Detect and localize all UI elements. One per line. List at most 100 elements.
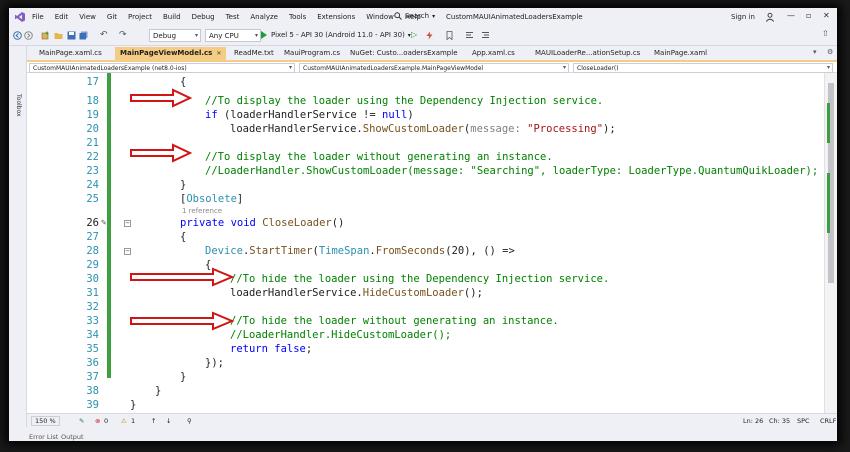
- filter-icon[interactable]: ⚲: [187, 417, 192, 425]
- toolbox-strip[interactable]: Toolbox: [9, 46, 27, 441]
- menu-window[interactable]: Window: [366, 13, 394, 21]
- tab-mainpage-xaml[interactable]: MainPage.xaml: [649, 47, 712, 60]
- line-number: 25: [86, 193, 99, 205]
- param-hint: message:: [470, 123, 521, 135]
- quick-actions-icon[interactable]: ✎: [101, 216, 106, 230]
- menu-build[interactable]: Build: [163, 13, 181, 21]
- previous-issue-icon[interactable]: ↑: [151, 417, 156, 425]
- redo-icon[interactable]: ↷: [119, 30, 127, 40]
- settings-gear-icon[interactable]: ⚙: [827, 48, 833, 56]
- line-number: 39: [86, 399, 99, 411]
- vertical-scrollbar[interactable]: [824, 73, 837, 426]
- keyword: if: [205, 109, 218, 121]
- menu-file[interactable]: File: [32, 13, 44, 21]
- comment-icon[interactable]: [465, 31, 474, 40]
- tab-mauiloader-setup[interactable]: MAUILoaderRe...ationSetup.cs: [530, 47, 645, 60]
- tab-mainpage-xaml-cs[interactable]: MainPage.xaml.cs: [34, 47, 107, 60]
- menu-edit[interactable]: Edit: [55, 13, 69, 21]
- error-icon[interactable]: ⊗: [95, 417, 100, 425]
- code-lens-references[interactable]: 1 reference: [182, 207, 222, 215]
- tab-label: NuGet: Custo...oadersExample: [350, 49, 458, 57]
- open-folder-icon[interactable]: [54, 31, 63, 40]
- tab-app-xaml-cs[interactable]: App.xaml.cs: [467, 47, 520, 60]
- forward-icon[interactable]: [24, 31, 33, 40]
- code-editor[interactable]: 17 { 18 //To display the loader using the …: [27, 73, 824, 426]
- zoom-select[interactable]: 150 %: [31, 416, 60, 426]
- run-button[interactable]: Pixel 5 - API 30 (Android 11.0 - API 30)…: [261, 31, 411, 39]
- code-text: Device.StartTimer(TimeSpan.FromSeconds(2…: [205, 244, 515, 258]
- account-icon[interactable]: [765, 12, 775, 22]
- line-number: 38: [86, 385, 99, 397]
- configuration-select[interactable]: Debug ▾: [149, 29, 201, 42]
- line-indicator[interactable]: Ln: 26: [743, 417, 763, 425]
- warning-count[interactable]: 1: [131, 417, 135, 425]
- toolbox-label[interactable]: Toolbox: [15, 94, 22, 154]
- next-issue-icon[interactable]: ↓: [166, 417, 171, 425]
- hot-reload-icon[interactable]: [425, 31, 434, 40]
- platform-select[interactable]: Any CPU ▾: [205, 29, 261, 42]
- keyword: return: [230, 343, 268, 355]
- error-count[interactable]: 0: [104, 417, 108, 425]
- menu-view[interactable]: View: [79, 13, 96, 21]
- tab-nuget[interactable]: NuGet: Custo...oadersExample: [345, 47, 463, 60]
- attribute-name: Obsolete: [186, 193, 237, 205]
- column-indicator[interactable]: Ch: 35: [769, 417, 790, 425]
- line-number: 17: [86, 76, 99, 88]
- live-share-icon[interactable]: ⇧: [822, 29, 829, 38]
- type-dropdown[interactable]: CustomMAUIAnimatedLoadersExample.MainPag…: [299, 63, 569, 73]
- save-all-icon[interactable]: [79, 31, 88, 40]
- member-dropdown[interactable]: CloseLoader() ▾: [573, 63, 833, 73]
- annotation-arrow-icon: [130, 88, 193, 108]
- tab-overflow-icon[interactable]: ▾: [813, 48, 817, 56]
- tab-output[interactable]: Output: [61, 433, 84, 441]
- collapse-icon[interactable]: −: [124, 220, 131, 227]
- tab-mainpageviewmodel-cs[interactable]: MainPageViewModel.cs ✕: [115, 47, 227, 60]
- search-box[interactable]: Search ▾: [394, 12, 435, 20]
- code-line: 35 return false;: [27, 342, 824, 356]
- menu-tools[interactable]: Tools: [289, 13, 306, 21]
- back-icon[interactable]: [13, 31, 22, 40]
- line-number: 20: [86, 123, 99, 135]
- line-number: 35: [86, 343, 99, 355]
- tab-error-list[interactable]: Error List: [29, 433, 58, 441]
- code-line: 19 if (loaderHandlerService != null): [27, 108, 824, 122]
- sign-in-link[interactable]: Sign in: [731, 13, 755, 21]
- method-name: HideCustomLoader: [362, 287, 464, 299]
- line-number: 36: [86, 357, 99, 369]
- project-dropdown[interactable]: CustomMAUIAnimatedLoadersExample (net8.0…: [29, 63, 295, 73]
- bookmark-icon[interactable]: [445, 31, 454, 40]
- line-ending-indicator[interactable]: CRLF: [820, 417, 836, 425]
- method-name: FromSeconds: [375, 245, 446, 257]
- code-text: loaderHandlerService.HideCustomLoader();: [230, 286, 483, 300]
- close-icon[interactable]: ✕: [823, 11, 830, 20]
- code-comment: //To hide the loader without generating …: [230, 315, 559, 327]
- start-without-debugging-icon[interactable]: ▷: [411, 30, 417, 39]
- configuration-value: Debug: [153, 32, 177, 40]
- code-comment: //LoaderHandler.ShowCustomLoader(message…: [205, 165, 819, 177]
- close-tab-icon[interactable]: ✕: [216, 50, 221, 57]
- menu-git[interactable]: Git: [107, 13, 117, 21]
- menu-test[interactable]: Test: [226, 13, 240, 21]
- line-number: 27: [86, 231, 99, 243]
- code-token: (loaderHandlerService !=: [217, 109, 383, 121]
- menu-analyze[interactable]: Analyze: [250, 13, 278, 21]
- maximize-icon[interactable]: ▫: [806, 11, 811, 20]
- new-project-icon[interactable]: [41, 31, 50, 40]
- line-number: 31: [86, 287, 99, 299]
- menu-debug[interactable]: Debug: [192, 13, 215, 21]
- intellicode-icon[interactable]: ✎: [79, 417, 84, 425]
- code-line: 24}: [27, 178, 824, 192]
- menu-project[interactable]: Project: [128, 13, 152, 21]
- code-text: {: [180, 231, 187, 243]
- tab-mauiprogram-cs[interactable]: MauiProgram.cs: [279, 47, 345, 60]
- save-icon[interactable]: [67, 31, 76, 40]
- whitespace-indicator[interactable]: SPC: [797, 417, 810, 425]
- tab-readme-txt[interactable]: ReadMe.txt: [229, 47, 279, 60]
- uncomment-icon[interactable]: [481, 31, 490, 40]
- menu-extensions[interactable]: Extensions: [317, 13, 355, 21]
- collapse-icon[interactable]: −: [124, 248, 131, 255]
- undo-icon[interactable]: ↶: [100, 30, 108, 40]
- code-text: [Obsolete]: [180, 192, 243, 206]
- warning-icon[interactable]: ⚠: [121, 417, 127, 425]
- minimize-icon[interactable]: —: [787, 11, 795, 20]
